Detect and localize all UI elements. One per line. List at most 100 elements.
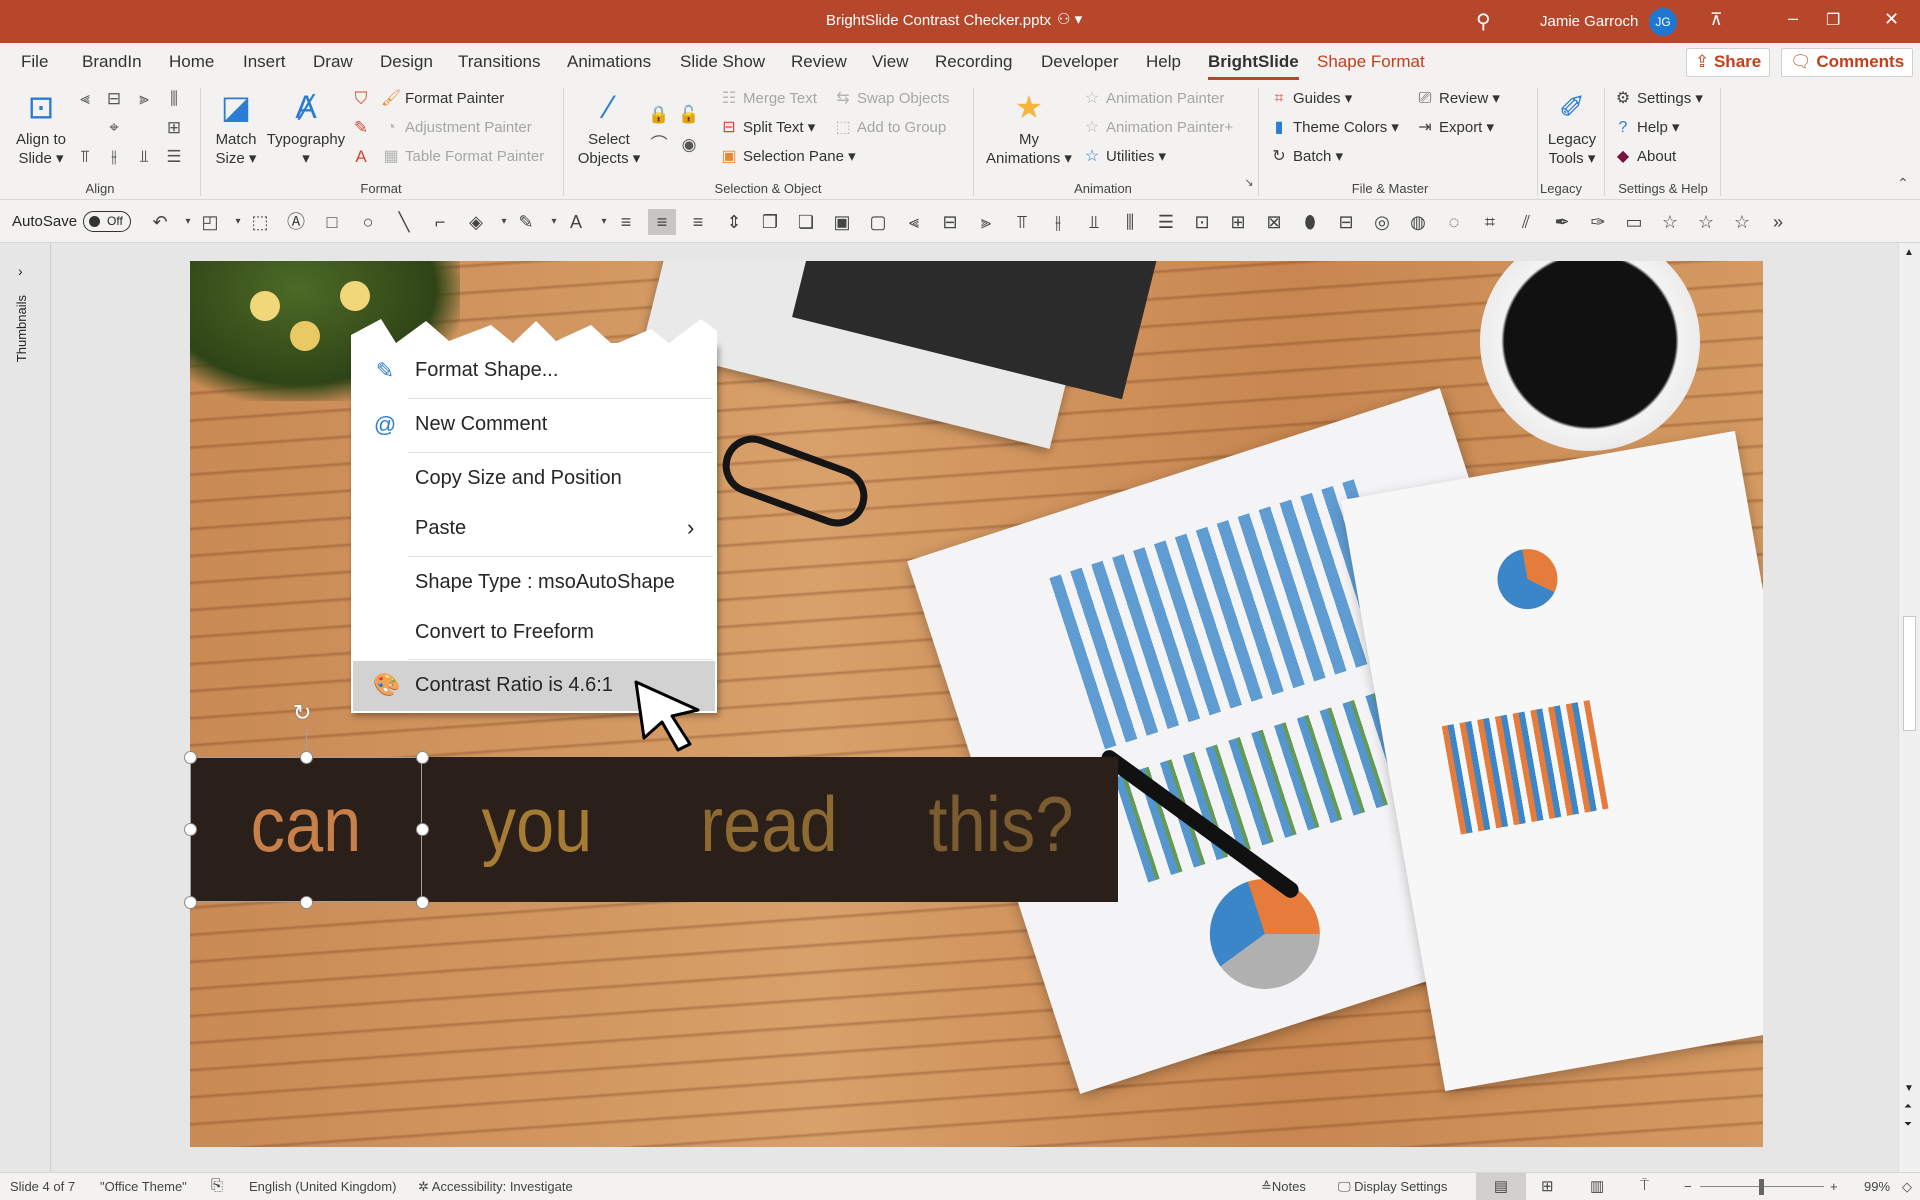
minimize-button[interactable]: – bbox=[1788, 8, 1798, 29]
align-text-center-icon[interactable]: ≡ bbox=[648, 209, 676, 235]
scrollbar-thumb[interactable] bbox=[1903, 616, 1916, 731]
ribbon-display-icon[interactable]: ⊼ bbox=[1710, 10, 1722, 30]
fill-color-icon[interactable]: ⛉ bbox=[350, 88, 372, 110]
resize-handle[interactable] bbox=[184, 823, 197, 836]
previous-slide-icon[interactable]: ⏶ bbox=[1904, 1101, 1912, 1112]
table-format-painter-button[interactable]: ▦ Table Format Painter bbox=[380, 145, 544, 169]
tab-view[interactable]: View bbox=[872, 52, 909, 72]
share-button[interactable]: ⇪ Share bbox=[1686, 48, 1771, 77]
dropdown-icon[interactable]: ▾ bbox=[498, 209, 510, 235]
zoom-out-button[interactable]: − bbox=[1684, 1179, 1692, 1194]
bring-forward-icon[interactable]: ❐ bbox=[756, 209, 784, 235]
resize-handle[interactable] bbox=[300, 896, 313, 909]
selection-pane-button[interactable]: ▣ Selection Pane ▾ bbox=[718, 145, 855, 169]
group-icon[interactable]: ⊡ bbox=[1188, 209, 1216, 235]
resize-handle[interactable] bbox=[184, 896, 197, 909]
collapse-ribbon-icon[interactable]: ⌃ bbox=[1892, 172, 1914, 194]
rotate-handle-icon[interactable]: ↻ bbox=[293, 700, 311, 726]
distribute-v-icon[interactable]: ☰ bbox=[1152, 209, 1180, 235]
menu-item-shape-type[interactable]: Shape Type : msoAutoShape bbox=[351, 559, 717, 607]
eyedropper-icon[interactable]: ✒ bbox=[1548, 209, 1576, 235]
vertical-scrollbar[interactable]: ▲ ▼ ⏶ ⏷ bbox=[1898, 243, 1920, 1172]
more-icon[interactable]: » bbox=[1764, 209, 1792, 235]
menu-item-convert-freeform[interactable]: Convert to Freeform bbox=[351, 609, 717, 657]
align-top-icon[interactable]: ⫪ bbox=[1008, 209, 1036, 235]
slide-sorter-button[interactable]: ⊞ bbox=[1541, 1177, 1554, 1195]
match-size-button[interactable]: ◪ Match Size ▾ bbox=[210, 88, 262, 168]
eyedropper-line-icon[interactable]: ✑ bbox=[1584, 209, 1612, 235]
user-name[interactable]: Jamie Garroch bbox=[1540, 13, 1638, 30]
language[interactable]: English (United Kingdom) bbox=[249, 1179, 396, 1194]
dropdown-icon[interactable]: ▾ bbox=[598, 209, 610, 235]
align-middle-icon[interactable]: ⌖ bbox=[103, 117, 125, 139]
distribute-horizontal-icon[interactable]: ⫼ bbox=[163, 88, 185, 110]
align-bottom-icon[interactable]: ⫫ bbox=[1080, 209, 1108, 235]
align-to-slide-button[interactable]: ⊡ Align to Slide ▾ bbox=[8, 88, 74, 168]
text-direction-icon[interactable]: ⇕ bbox=[720, 209, 748, 235]
font-color-icon[interactable]: A bbox=[562, 209, 590, 235]
slideshow-button[interactable]: ⍑ bbox=[1640, 1177, 1649, 1194]
align-center-icon[interactable]: ⊟ bbox=[936, 209, 964, 235]
combine-icon[interactable]: ◍ bbox=[1404, 209, 1432, 235]
distribute-vertical-icon[interactable]: ☰ bbox=[163, 146, 185, 168]
align-text-right-icon[interactable]: ≡ bbox=[684, 209, 712, 235]
batch-button[interactable]: ↻ Batch ▾ bbox=[1268, 145, 1343, 169]
fit-to-window-icon[interactable]: ◇ bbox=[1902, 1179, 1912, 1195]
close-button[interactable]: ✕ bbox=[1884, 9, 1899, 30]
align-text-left-icon[interactable]: ≡ bbox=[612, 209, 640, 235]
regroup-icon[interactable]: ⊠ bbox=[1260, 209, 1288, 235]
text-box-icon[interactable]: Ⓐ bbox=[282, 209, 310, 235]
format-icon[interactable]: ⫽ bbox=[1512, 209, 1540, 235]
restore-button[interactable]: ❐ bbox=[1826, 10, 1840, 30]
spelling-icon[interactable]: ⎘ bbox=[211, 1177, 223, 1194]
table-row-icon[interactable]: ▭ bbox=[1620, 209, 1648, 235]
ungroup-icon[interactable]: ⊞ bbox=[1224, 209, 1252, 235]
help-button[interactable]: ? Help ▾ bbox=[1612, 116, 1680, 140]
search-icon[interactable]: ⚲ bbox=[1476, 9, 1491, 34]
dropdown-icon[interactable]: ▾ bbox=[548, 209, 560, 235]
animation-painter-plus-button[interactable]: ☆ Animation Painter+ bbox=[1081, 116, 1233, 140]
legacy-tools-button[interactable]: ✐ Legacy Tools ▾ bbox=[1542, 88, 1602, 168]
tab-insert[interactable]: Insert bbox=[243, 52, 286, 72]
normal-view-button[interactable]: ▤ bbox=[1476, 1173, 1526, 1200]
tab-recording[interactable]: Recording bbox=[935, 52, 1013, 72]
align-vmiddle-icon[interactable]: ⫲ bbox=[103, 146, 125, 168]
shape-fill-icon[interactable]: ◈ bbox=[462, 209, 490, 235]
tab-home[interactable]: Home bbox=[169, 52, 214, 72]
reading-view-button[interactable]: ▥ bbox=[1590, 1177, 1604, 1195]
typography-button[interactable]: Ⱥ Typography ▾ bbox=[264, 88, 348, 168]
tab-review[interactable]: Review bbox=[791, 52, 847, 72]
expand-thumbnails-icon[interactable]: › bbox=[18, 263, 23, 279]
font-color-icon[interactable]: A bbox=[350, 146, 372, 168]
format-painter-button[interactable]: 🖌 Format Painter bbox=[380, 87, 504, 111]
send-back-icon[interactable]: ▢ bbox=[864, 209, 892, 235]
grid-icon[interactable]: ⊞ bbox=[163, 117, 185, 139]
align-right-icon[interactable]: ⫸ bbox=[133, 88, 155, 110]
line-color-icon[interactable]: ✎ bbox=[350, 117, 372, 139]
union-icon[interactable]: ◎ bbox=[1368, 209, 1396, 235]
zoom-in-button[interactable]: + bbox=[1830, 1179, 1838, 1194]
dropdown-icon[interactable]: ▾ bbox=[232, 209, 244, 235]
utilities-button[interactable]: ☆ Utilities ▾ bbox=[1081, 145, 1166, 169]
shapes-icon[interactable]: ◰ bbox=[196, 209, 224, 235]
menu-item-format-shape[interactable]: ✎ Format Shape... bbox=[351, 347, 717, 395]
align-left-icon[interactable]: ⫷ bbox=[900, 209, 928, 235]
distribute-h-icon[interactable]: ⫼ bbox=[1116, 209, 1144, 235]
hide-icon[interactable]: ⌒ bbox=[648, 134, 670, 156]
export-button[interactable]: ⇥ Export ▾ bbox=[1414, 116, 1494, 140]
avatar[interactable]: JG bbox=[1649, 8, 1677, 36]
add-to-group-button[interactable]: ⬚ Add to Group bbox=[832, 116, 946, 140]
scroll-up-icon[interactable]: ▲ bbox=[1904, 247, 1914, 258]
line-icon[interactable]: ╲ bbox=[390, 209, 418, 235]
autosave-toggle[interactable]: Off bbox=[83, 211, 131, 232]
tab-shape-format[interactable]: Shape Format bbox=[1317, 52, 1425, 72]
select-objects-button[interactable]: ⁄ Select Objects ▾ bbox=[574, 88, 644, 168]
show-icon[interactable]: ◉ bbox=[678, 134, 700, 156]
my-animations-button[interactable]: ★ My Animations ▾ bbox=[982, 88, 1076, 168]
tab-brandin[interactable]: BrandIn bbox=[82, 52, 142, 72]
about-button[interactable]: ◆ About bbox=[1612, 145, 1676, 169]
undo-icon[interactable]: ↶ bbox=[146, 209, 174, 235]
align-right-icon[interactable]: ⫸ bbox=[972, 209, 1000, 235]
align-middle-icon[interactable]: ⫲ bbox=[1044, 209, 1072, 235]
menu-item-new-comment[interactable]: @ New Comment bbox=[351, 401, 717, 449]
